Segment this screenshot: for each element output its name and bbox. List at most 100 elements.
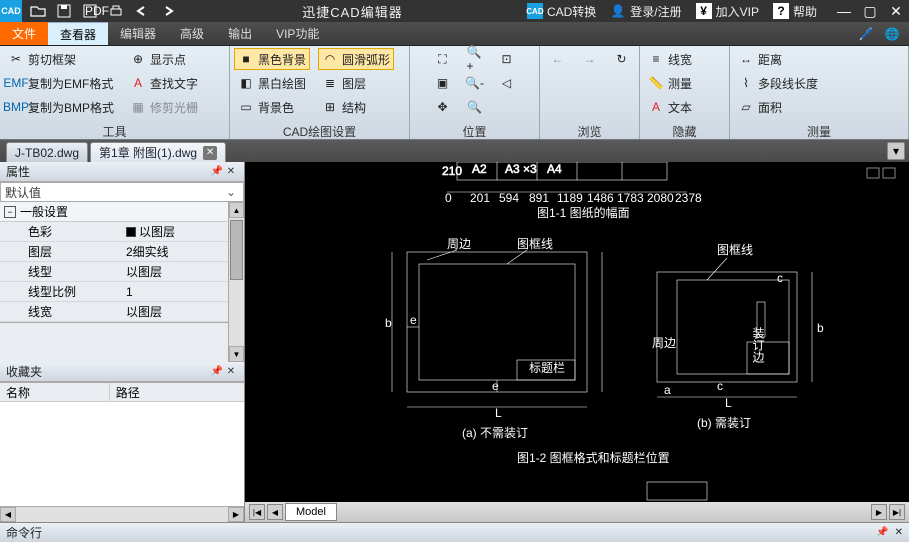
pin-icon[interactable]: 📌 <box>876 527 888 538</box>
svg-text:594: 594 <box>499 191 519 205</box>
black-bg-button[interactable]: ■黑色背景 <box>234 48 310 70</box>
close-tab-icon[interactable]: ✕ <box>203 146 217 160</box>
help-icon: ? <box>773 3 789 19</box>
zoom-window-icon[interactable]: ▣ <box>431 72 455 94</box>
login-button[interactable]: 👤登录/注册 <box>604 3 687 20</box>
area-icon: ▱ <box>738 99 754 115</box>
doc-tab-1[interactable]: J-TB02.dwg <box>6 142 88 162</box>
svg-text:210: 210 <box>442 164 462 178</box>
smooth-arc-button[interactable]: ◠圆滑弧形 <box>318 48 394 70</box>
scroll-right-icon[interactable]: ▶ <box>228 507 244 522</box>
tab-file[interactable]: 文件 <box>0 22 48 45</box>
scroll-left-icon[interactable]: ◀ <box>0 507 16 522</box>
close-cmdline-icon[interactable]: ✕ <box>895 527 903 538</box>
tab-advanced[interactable]: 高级 <box>168 22 216 45</box>
tab-vip[interactable]: VIP功能 <box>264 22 331 45</box>
tab-output[interactable]: 输出 <box>216 22 264 45</box>
open-icon[interactable] <box>30 3 46 19</box>
zoom-prev-icon[interactable]: ◁ <box>495 72 519 94</box>
prop-row-linescale[interactable]: 线型比例1 <box>0 282 244 302</box>
prop-category-general[interactable]: −一般设置 <box>0 202 244 222</box>
nav-refresh-icon[interactable]: ↻ <box>610 48 634 70</box>
properties-table: −一般设置 色彩以图层 图层2细实线 线型以图层 线型比例1 线宽以图层 <box>0 202 244 323</box>
svg-text:b: b <box>817 321 824 335</box>
show-point-button[interactable]: ⊕显示点 <box>126 48 202 70</box>
palette-icon: ▭ <box>238 99 254 115</box>
scroll-down-icon[interactable]: ▼ <box>229 346 244 362</box>
prop-row-color[interactable]: 色彩以图层 <box>0 222 244 242</box>
color-swatch <box>126 227 136 237</box>
app-logo-icon[interactable]: CAD <box>0 0 22 22</box>
close-panel-icon[interactable]: ✕ <box>224 165 238 179</box>
document-tabs: J-TB02.dwg 第1章 附图(1).dwg✕ ▾ <box>0 140 909 162</box>
zoom-extents-icon[interactable]: ⊡ <box>495 48 519 70</box>
zoom-fit-icon[interactable]: ⛶ <box>431 48 455 70</box>
bw-draw-button[interactable]: ◧黑白绘图 <box>234 72 310 94</box>
undo-icon[interactable] <box>134 3 150 19</box>
text-button[interactable]: A文本 <box>644 96 696 118</box>
command-line[interactable]: 命令行 📌 ✕ <box>0 522 909 542</box>
model-tab[interactable]: Model <box>285 503 337 521</box>
favorites-header: 收藏夹 📌 ✕ <box>0 362 244 382</box>
tab-viewer[interactable]: 查看器 <box>48 22 108 45</box>
group-label-measure: 测量 <box>734 123 904 139</box>
zoom-out-icon[interactable]: 🔍- <box>463 72 487 94</box>
pen-icon[interactable]: 🖊️ <box>857 25 875 43</box>
measure-button[interactable]: 📏测量 <box>644 72 696 94</box>
col-path[interactable]: 路径 <box>110 383 146 401</box>
cad-icon: CAD <box>527 3 543 19</box>
vip-button[interactable]: ¥加入VIP <box>690 3 765 20</box>
copy-emf-button[interactable]: EMF复制为EMF格式 <box>4 72 118 94</box>
svg-text:L: L <box>495 406 502 420</box>
svg-text:e: e <box>492 379 499 393</box>
scroll-thumb[interactable] <box>230 220 243 280</box>
tab-scroll-first-icon[interactable]: |◀ <box>249 504 265 520</box>
globe-icon[interactable]: 🌐 <box>883 25 901 43</box>
find-text-button[interactable]: A查找文字 <box>126 72 202 94</box>
redo-icon[interactable] <box>160 3 176 19</box>
structure-button[interactable]: ⊞结构 <box>318 96 394 118</box>
prop-row-linewidth[interactable]: 线宽以图层 <box>0 302 244 322</box>
maximize-button[interactable]: ▢ <box>857 1 883 21</box>
drawing-canvas[interactable]: 210 A2 A3 ×3 A4 0 201 594 891 1189 1486 <box>245 162 909 502</box>
default-combo[interactable]: 默认值⌄ <box>0 182 244 202</box>
collapse-icon[interactable]: − <box>4 206 16 218</box>
svg-text:1486: 1486 <box>587 191 614 205</box>
pin-icon[interactable]: 📌 <box>210 365 224 379</box>
zoom-in-icon[interactable]: 🔍+ <box>463 48 487 70</box>
copy-bmp-button[interactable]: BMP复制为BMP格式 <box>4 96 118 118</box>
prop-row-linetype[interactable]: 线型以图层 <box>0 262 244 282</box>
pan-icon[interactable]: ✥ <box>431 96 455 118</box>
save-pdf-icon[interactable]: PDF <box>82 3 98 19</box>
prop-row-layer[interactable]: 图层2细实线 <box>0 242 244 262</box>
doc-tab-2[interactable]: 第1章 附图(1).dwg✕ <box>90 142 226 162</box>
title-bar: CAD PDF 迅捷CAD编辑器 CADCAD转换 👤登录/注册 ¥加入VIP … <box>0 0 909 22</box>
area-button[interactable]: ▱面积 <box>734 96 822 118</box>
favorites-hscroll[interactable]: ◀ ▶ <box>0 506 244 522</box>
linewidth-button[interactable]: ≡线宽 <box>644 48 696 70</box>
close-button[interactable]: ✕ <box>883 1 909 21</box>
zoom-realtime-icon[interactable]: 🔍 <box>463 96 487 118</box>
cad-convert-button[interactable]: CADCAD转换 <box>521 3 602 20</box>
help-button[interactable]: ?帮助 <box>767 3 823 20</box>
close-panel-icon[interactable]: ✕ <box>224 365 238 379</box>
tab-dropdown-icon[interactable]: ▾ <box>887 142 905 160</box>
tab-scroll-last-icon[interactable]: ▶| <box>889 504 905 520</box>
minimize-button[interactable]: — <box>831 1 857 21</box>
properties-scrollbar[interactable]: ▲ ▼ <box>228 202 244 362</box>
tab-scroll-prev-icon[interactable]: ◀ <box>267 504 283 520</box>
polyline-len-button[interactable]: ⌇多段线长度 <box>734 72 822 94</box>
tab-scroll-next-icon[interactable]: ▶ <box>871 504 887 520</box>
bg-color-button[interactable]: ▭背景色 <box>234 96 310 118</box>
distance-button[interactable]: ↔距离 <box>734 48 822 70</box>
layers-icon: ≣ <box>322 75 338 91</box>
clip-frame-button[interactable]: ✂剪切框架 <box>4 48 118 70</box>
col-name[interactable]: 名称 <box>0 383 110 401</box>
pin-icon[interactable]: 📌 <box>210 165 224 179</box>
tab-editor[interactable]: 编辑器 <box>108 22 168 45</box>
scroll-up-icon[interactable]: ▲ <box>229 202 244 218</box>
save-icon[interactable] <box>56 3 72 19</box>
group-label-cad: CAD绘图设置 <box>234 123 405 139</box>
print-icon[interactable] <box>108 3 124 19</box>
layers-button[interactable]: ≣图层 <box>318 72 394 94</box>
